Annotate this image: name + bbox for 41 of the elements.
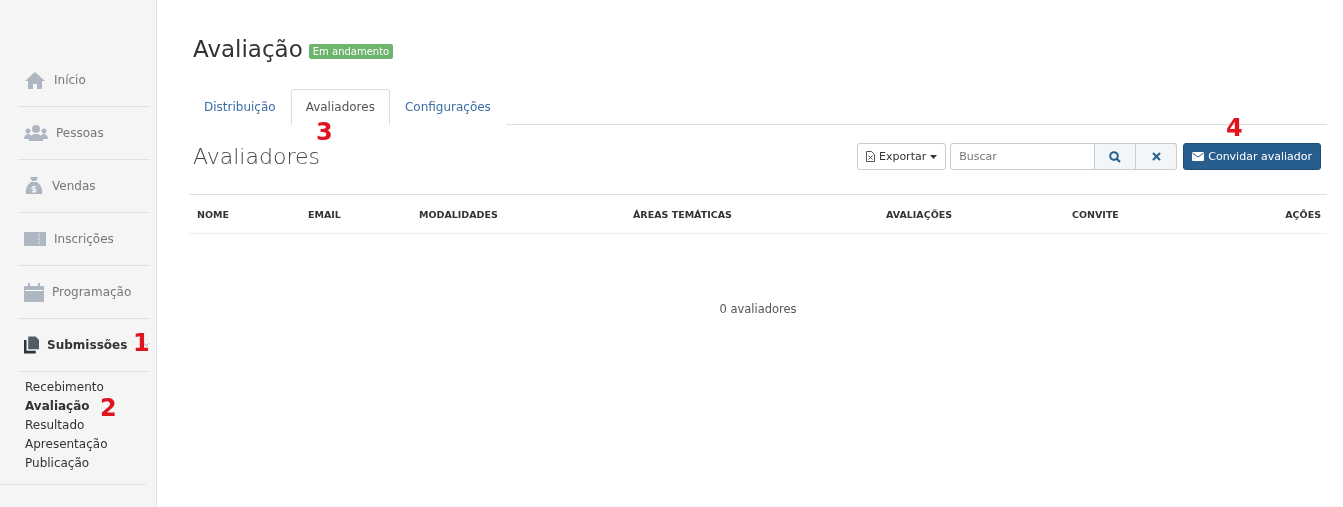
- sidebar-item[interactable]: Pessoas: [56, 126, 104, 140]
- column-header: CONVITE: [1071, 208, 1120, 220]
- annotation-number: 4: [1226, 114, 1243, 142]
- column-header: AÇÕES: [1284, 208, 1322, 220]
- column-header: NOME: [196, 208, 230, 220]
- spreadsheet-file-icon: [865, 151, 875, 162]
- section-title: Avaliadores: [193, 144, 321, 169]
- ticket-icon: [24, 232, 46, 246]
- calendar-icon: [24, 282, 44, 302]
- column-header: ÁREAS TEMÁTICAS: [632, 208, 733, 220]
- sidebar-item[interactable]: Submissões: [47, 338, 128, 352]
- annotation-number: 2: [100, 394, 117, 422]
- column-header: EMAIL: [307, 208, 342, 220]
- clear-button[interactable]: [1136, 143, 1178, 170]
- annotation-number: 1: [133, 329, 150, 357]
- documents-icon: [24, 335, 40, 355]
- money-bag-icon: [24, 176, 44, 196]
- submenu-item[interactable]: Resultado: [25, 418, 85, 432]
- export-button[interactable]: Exportar: [856, 143, 947, 170]
- sidebar-item[interactable]: Inscrições: [54, 232, 114, 246]
- sidebar-item[interactable]: Programação: [52, 285, 132, 299]
- submenu-item[interactable]: Recebimento: [25, 380, 104, 394]
- envelope-icon: [1192, 152, 1205, 161]
- search-button[interactable]: [1095, 143, 1137, 170]
- close-icon: [1151, 152, 1161, 161]
- search-icon: [1109, 150, 1122, 163]
- invite-button[interactable]: Convidar avaliador: [1183, 143, 1321, 170]
- search-field[interactable]: Buscar: [950, 143, 1096, 170]
- caret-icon: [930, 154, 938, 159]
- submenu-item[interactable]: Avaliação: [25, 399, 90, 413]
- sidebar-item[interactable]: Vendas: [52, 179, 96, 193]
- column-header: MODALIDADES: [418, 208, 499, 220]
- submenu-item[interactable]: Apresentação: [25, 437, 108, 451]
- sidebar-item[interactable]: Início: [54, 73, 86, 87]
- page-title: Avaliação: [193, 36, 303, 62]
- home-icon: [24, 71, 46, 89]
- status-badge: Em andamento: [308, 43, 394, 59]
- empty-message: 0 avaliadores: [718, 302, 798, 316]
- submenu-item[interactable]: Publicação: [25, 456, 90, 470]
- column-header: AVALIAÇÕES: [885, 208, 954, 220]
- people-icon: [24, 125, 48, 141]
